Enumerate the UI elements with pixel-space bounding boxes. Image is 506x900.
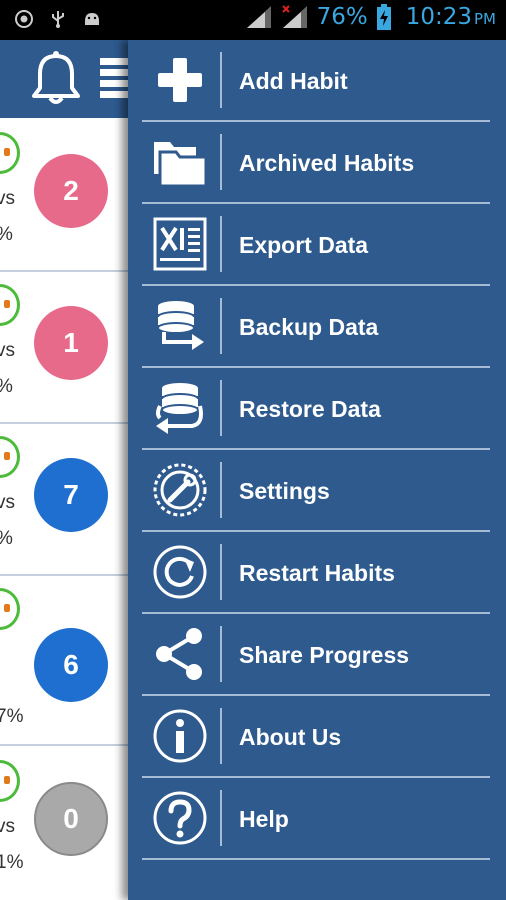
progress-marker bbox=[4, 300, 10, 308]
habit-stat-percent: % bbox=[0, 528, 13, 550]
database-restore-icon bbox=[156, 383, 203, 434]
menu-label: Archived Habits bbox=[239, 150, 415, 176]
settings-icon bbox=[153, 463, 207, 517]
plus-icon bbox=[158, 58, 202, 102]
menu-item-about-us[interactable]: About Us bbox=[142, 696, 490, 778]
menu-item-export-data[interactable]: Export Data bbox=[142, 204, 490, 286]
progress-ring bbox=[0, 132, 20, 174]
menu-label: Help bbox=[239, 806, 289, 832]
progress-marker bbox=[4, 776, 10, 784]
menu-label: Settings bbox=[239, 478, 330, 504]
menu-item-restart-habits[interactable]: Restart Habits bbox=[142, 532, 490, 614]
menu-divider bbox=[220, 790, 222, 846]
habit-row[interactable]: vs % 7 bbox=[0, 422, 128, 576]
habit-stat-label: vs bbox=[0, 188, 15, 209]
menu-divider bbox=[220, 52, 222, 108]
menu-label: Restart Habits bbox=[239, 560, 395, 586]
progress-ring bbox=[0, 284, 20, 326]
menu-item-restore-data[interactable]: Restore Data bbox=[142, 368, 490, 450]
database-backup-icon bbox=[157, 301, 204, 350]
navigation-drawer: Add Habit Archived Habits Export Data Ba… bbox=[128, 40, 506, 900]
menu-separator bbox=[142, 858, 490, 860]
share-icon bbox=[156, 628, 202, 680]
menu-divider bbox=[220, 134, 222, 190]
menu-divider bbox=[220, 544, 222, 600]
menu-divider bbox=[220, 626, 222, 682]
habit-count-badge[interactable]: 1 bbox=[34, 306, 108, 380]
menu-item-help[interactable]: Help bbox=[142, 778, 490, 860]
signal-no-data-icon bbox=[281, 5, 307, 28]
menu-item-add-habit[interactable]: Add Habit bbox=[142, 40, 490, 122]
menu-label: Backup Data bbox=[239, 314, 379, 340]
menu-divider bbox=[220, 380, 222, 436]
habit-stat-percent: % bbox=[0, 224, 13, 246]
app-header bbox=[0, 40, 140, 118]
progress-marker bbox=[4, 604, 10, 612]
habit-stat-label: vs bbox=[0, 492, 15, 513]
habit-stat-percent: 7% bbox=[0, 706, 24, 727]
progress-marker bbox=[4, 148, 10, 156]
menu-divider bbox=[220, 216, 222, 272]
menu-label: About Us bbox=[239, 724, 342, 750]
habit-stat-percent: % bbox=[0, 376, 13, 398]
signal-icon bbox=[246, 6, 271, 28]
progress-ring bbox=[0, 588, 20, 630]
menu-item-share-progress[interactable]: Share Progress bbox=[142, 614, 490, 696]
notification-icon bbox=[15, 10, 33, 28]
menu-item-archived-habits[interactable]: Archived Habits bbox=[142, 122, 490, 204]
list-icon[interactable] bbox=[100, 58, 130, 100]
habit-stat-percent: 1% bbox=[0, 852, 24, 873]
habit-count-badge[interactable]: 2 bbox=[34, 154, 108, 228]
menu-divider bbox=[220, 298, 222, 354]
menu-label: Restore Data bbox=[239, 396, 381, 422]
habit-row[interactable]: 7% 6 bbox=[0, 574, 128, 746]
bell-icon[interactable] bbox=[28, 50, 84, 108]
menu-divider bbox=[220, 708, 222, 764]
usb-icon bbox=[52, 11, 64, 28]
folder-icon bbox=[154, 142, 208, 188]
android-icon bbox=[85, 13, 99, 25]
progress-ring bbox=[0, 760, 20, 802]
menu-label: Add Habit bbox=[239, 68, 348, 94]
habit-stat-label: vs bbox=[0, 816, 15, 837]
habit-row[interactable]: vs % 1 bbox=[0, 270, 128, 424]
habit-list: vs % 2 vs % 1 vs % 7 7% 6 vs 1% 0 bbox=[0, 118, 128, 900]
menu-label: Share Progress bbox=[239, 642, 410, 668]
menu-item-backup-data[interactable]: Backup Data bbox=[142, 286, 490, 368]
battery-percent: 76% bbox=[316, 4, 368, 30]
info-icon bbox=[153, 709, 207, 763]
habit-count-badge[interactable]: 7 bbox=[34, 458, 108, 532]
habit-count-badge[interactable]: 6 bbox=[34, 628, 108, 702]
habit-row[interactable]: vs 1% 0 bbox=[0, 746, 128, 898]
status-bar: 76% 10:23 PM bbox=[0, 0, 506, 40]
battery-charging-icon bbox=[376, 4, 391, 30]
excel-icon bbox=[153, 217, 207, 271]
restart-icon bbox=[153, 545, 207, 599]
status-right: 76% 10:23 PM bbox=[245, 4, 496, 30]
menu-divider bbox=[220, 462, 222, 518]
habit-stat-label: vs bbox=[0, 340, 15, 361]
status-left-icons bbox=[14, 9, 102, 29]
habit-row[interactable]: vs % 2 bbox=[0, 118, 128, 272]
progress-ring bbox=[0, 436, 20, 478]
progress-marker bbox=[4, 452, 10, 460]
menu-item-settings[interactable]: Settings bbox=[142, 450, 490, 532]
help-icon bbox=[153, 791, 207, 845]
clock: 10:23 PM bbox=[405, 4, 496, 30]
menu-label: Export Data bbox=[239, 232, 369, 258]
habit-count-badge[interactable]: 0 bbox=[34, 782, 108, 856]
